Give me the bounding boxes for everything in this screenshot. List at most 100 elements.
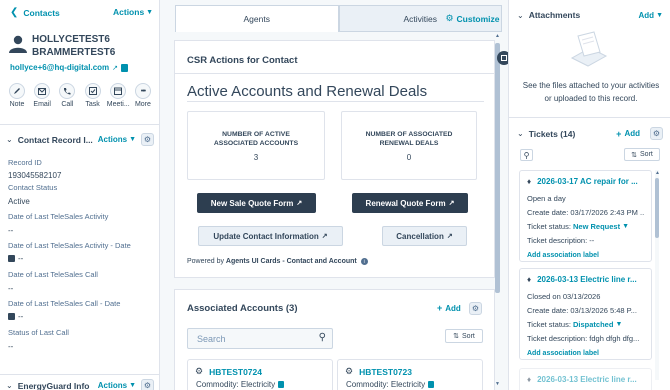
plus-icon: + [616,128,622,139]
email-link[interactable]: hollyce+6@hq-digital.com [10,63,109,72]
ticket-title[interactable]: 2026-03-13 Electric line r... [537,375,637,384]
powered-by: Powered by Agents UI Cards - Contact and… [187,258,368,265]
copy-icon[interactable] [428,381,435,388]
new-sale-quote-button[interactable]: New Sale Quote Form ↗ [197,193,316,213]
renewal-quote-button[interactable]: Renewal Quote Form ↗ [352,193,468,213]
tickets-header[interactable]: ⌄ Tickets (14) + Add ⚙ [517,127,663,140]
attachments-header[interactable]: ⌄ Attachments Add ▼ [517,10,663,20]
tickets-scrollbar[interactable]: ▲ [655,170,660,380]
field-value[interactable]: Active [8,197,153,206]
copy-icon[interactable] [278,381,285,388]
commodity-value: Electricity [390,380,426,389]
ticket-status-dropdown[interactable]: Dispatched [573,320,613,329]
scrollbar-thumb[interactable] [655,178,659,238]
add-association-label-link[interactable]: Add association label [527,350,599,357]
note-action[interactable]: Note [6,83,28,108]
account-name[interactable]: HBTEST0723 [359,367,412,377]
field-value[interactable]: -- [18,254,23,263]
ticket-icon: ♦ [527,275,532,284]
stat-value: 0 [406,152,412,162]
ticket-card[interactable]: ♦ 2026-03-13 Electric line r... Closed on… [519,268,652,360]
section-title: Contact Record I... [17,134,93,145]
ticket-card[interactable]: ♦ 2026-03-17 AC repair for ... Open a day… [519,170,652,262]
section-actions-dropdown[interactable]: Actions ▼ [98,381,136,390]
chevron-down-icon: ⌄ [6,135,13,144]
contact-email[interactable]: hollyce+6@hq-digital.com ↗ [10,63,129,72]
settings-gear-icon[interactable]: ⚙ [141,133,154,146]
scroll-up-icon[interactable]: ▲ [495,33,500,39]
ticket-card[interactable]: ♦ 2026-03-13 Electric line r... [519,368,652,390]
customize-button[interactable]: ⚙ Customize [444,5,502,32]
section-actions-dropdown[interactable]: Actions ▼ [98,135,136,144]
field-value[interactable]: 193045582107 [8,171,153,180]
sort-button[interactable]: ⇅ Sort [445,329,483,343]
external-link-icon: ↗ [321,233,328,240]
external-link-icon: ↗ [112,64,119,72]
scrollbar-thumb[interactable] [495,43,500,293]
accounts-search-input[interactable]: Search ⚲ [187,328,333,349]
account-name[interactable]: HBTEST0724 [209,367,262,377]
gear-icon: ⚙ [445,13,454,23]
ticket-title[interactable]: 2026-03-13 Electric line r... [537,275,637,284]
phone-icon[interactable] [59,83,76,99]
tab-agents[interactable]: Agents [175,5,339,32]
calendar-icon[interactable] [8,313,15,320]
field-value[interactable]: -- [18,312,23,321]
panel-icon [501,55,507,61]
meeting-icon[interactable] [109,83,126,99]
calendar-icon[interactable] [8,255,15,262]
field-value[interactable]: -- [8,284,153,293]
account-card[interactable]: ⚙ HBTEST0724 Commodity: Electricity [187,359,333,390]
note-icon[interactable] [9,83,25,99]
update-contact-info-button[interactable]: Update Contact Information ↗ [198,226,343,246]
caret-down-icon: ▼ [656,11,663,19]
add-attachment-button[interactable]: Add ▼ [639,11,664,20]
field-value[interactable]: -- [8,342,153,351]
back-to-contacts-link[interactable]: ❮ Contacts [10,7,60,18]
task-action[interactable]: Task [82,83,104,108]
ticket-closed-date: Closed on 03/13/2026 [527,292,601,301]
field-value[interactable]: -- [8,226,153,235]
card-title: Associated Accounts (3) [187,303,298,314]
powered-link[interactable]: Agents UI Cards - Contact and Account [226,258,357,265]
add-ticket-button[interactable]: + Add [616,129,640,139]
section-header-energyguard[interactable]: ⌄ EnergyGuard Info Actions ▼ ⚙ [6,379,154,390]
call-action[interactable]: Call [56,83,78,108]
info-icon[interactable]: i [360,258,368,265]
section-header-contact-record[interactable]: ⌄ Contact Record I... Actions ▼ ⚙ [6,133,154,146]
more-action[interactable]: ••• More [132,83,154,108]
search-icon[interactable]: ⚲ [319,332,326,343]
actions-dropdown[interactable]: Actions ▼ [113,7,153,17]
email-action[interactable]: Email [31,83,53,108]
email-icon[interactable] [34,83,51,99]
task-icon[interactable] [84,83,101,99]
settings-gear-icon[interactable]: ⚙ [650,127,663,140]
account-icon: ⚙ [345,366,354,376]
caret-down-icon: ▼ [129,382,136,389]
cancellation-button[interactable]: Cancellation ↗ [382,226,467,246]
ticket-status-dropdown[interactable]: New Request [573,222,620,231]
add-association-label-link[interactable]: Add association label [527,252,599,259]
account-card[interactable]: ⚙ HBTEST0723 Commodity: Electricity [337,359,483,390]
sort-label: Sort [640,151,653,158]
commodity-label: Commodity: [346,380,389,389]
scroll-down-icon[interactable]: ▼ [495,381,500,387]
renewal-deals-stat: NUMBER OF ASSOCIATED RENEWAL DEALS 0 [341,111,477,180]
ticket-title[interactable]: 2026-03-17 AC repair for ... [537,177,638,186]
divider [0,374,159,375]
scroll-up-icon[interactable]: ▲ [655,170,660,176]
right-sidebar: ⌄ Attachments Add ▼ See the files attache… [508,0,670,390]
settings-gear-icon[interactable]: ⚙ [141,379,154,390]
field-contact-status: Contact Status Active [8,183,153,212]
sort-icon: ⇅ [631,151,638,159]
more-icon[interactable]: ••• [134,83,151,99]
ticket-search-icon[interactable]: ⚲ [520,149,533,161]
copy-icon[interactable] [121,63,129,72]
middle-scrollbar[interactable]: ▲ ▼ [495,33,500,390]
ticket-sort-button[interactable]: ⇅ Sort [624,148,660,161]
meeting-action[interactable]: Meeti... [107,83,130,108]
stat-value: 3 [253,152,259,162]
divider [509,117,670,118]
add-account-button[interactable]: + Add [437,303,461,313]
settings-gear-icon[interactable]: ⚙ [469,302,482,315]
